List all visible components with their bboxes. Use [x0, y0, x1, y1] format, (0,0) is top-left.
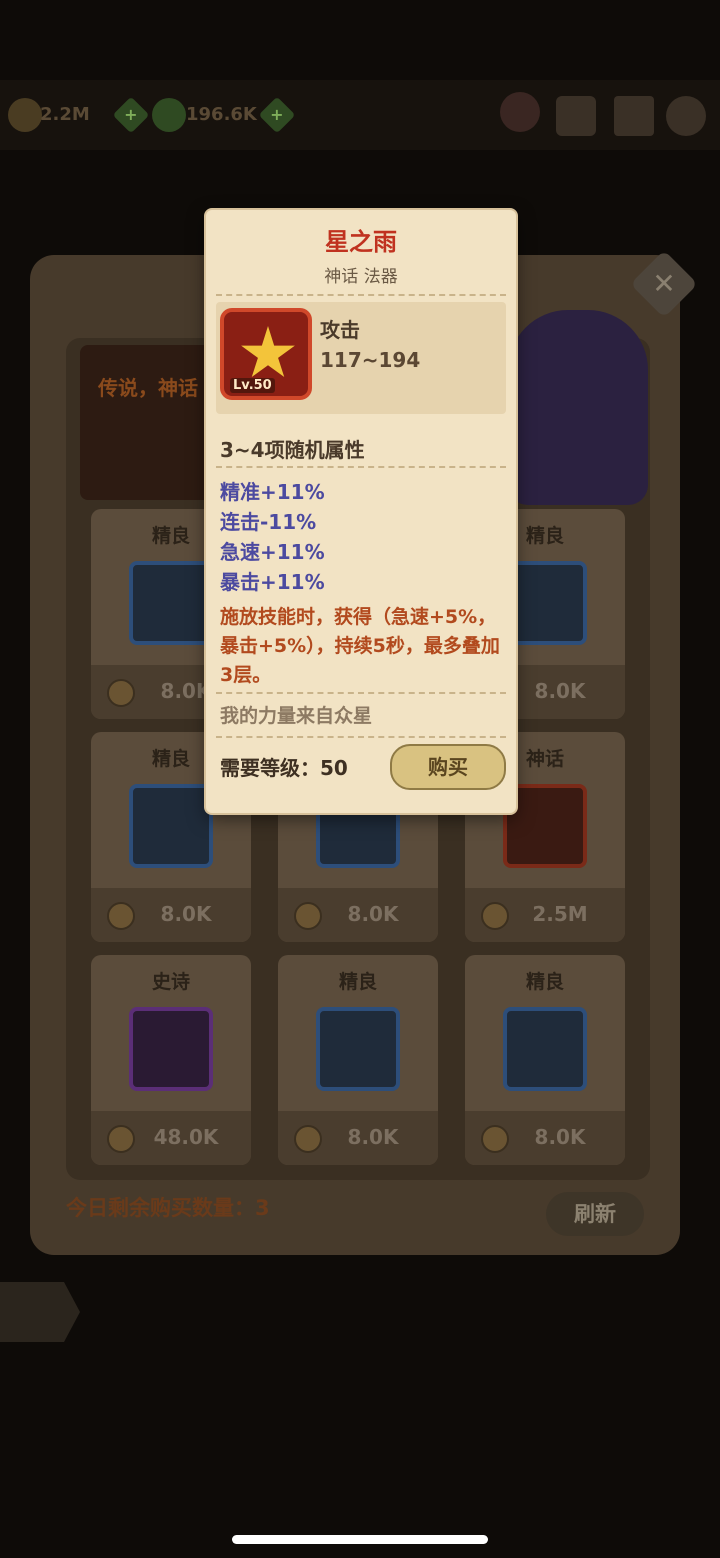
divider: [216, 294, 506, 296]
gem-leaf-icon: [152, 98, 186, 132]
back-arrow-icon[interactable]: [0, 1282, 80, 1342]
coin-icon: [107, 679, 135, 707]
card-price: 48.0K: [153, 1125, 219, 1149]
close-button[interactable]: ✕: [630, 250, 698, 318]
card-price: 8.0K: [347, 902, 399, 926]
card-price: 8.0K: [534, 1125, 586, 1149]
glove-icon: [129, 1007, 213, 1091]
amulet-icon: [503, 1007, 587, 1091]
coin-icon: [481, 1125, 509, 1153]
item-name: 星之雨: [325, 228, 397, 256]
card-price: 2.5M: [532, 902, 588, 926]
close-icon: ✕: [652, 267, 676, 300]
star-icon: [241, 326, 295, 377]
card-quality: 精良: [338, 971, 377, 993]
random-attributes-title: 3~4项随机属性: [220, 438, 365, 462]
skill-description: 施放技能时，获得（急速+5%，暴击+5%），持续5秒，最多叠加3层。: [220, 606, 500, 686]
card-price: 8.0K: [534, 679, 586, 703]
card-quality: 史诗: [151, 971, 190, 993]
stat-line: 急速+11%: [220, 540, 325, 564]
level-requirement: 需要等级：50: [220, 756, 348, 780]
level-badge: Lv.50: [230, 378, 275, 393]
gem-amount: 196.6K: [186, 104, 257, 125]
card-price: 8.0K: [160, 902, 212, 926]
refresh-button[interactable]: 刷新: [546, 1192, 644, 1236]
shop-card[interactable]: 史诗 48.0K: [91, 955, 251, 1165]
mail-icon[interactable]: [614, 96, 654, 136]
home-indicator: [232, 1535, 488, 1544]
coin-icon: [294, 902, 322, 930]
item-type: 神话 法器: [324, 267, 398, 287]
shield-icon: [316, 1007, 400, 1091]
chat-icon[interactable]: [556, 96, 596, 136]
ring-icon: [129, 784, 213, 868]
gold-coin-icon: [8, 98, 42, 132]
shopkeeper-monster: [508, 310, 648, 505]
item-summary: Lv.50 攻击 117~194: [216, 302, 506, 414]
banner-text: 传说，神话: [98, 376, 198, 400]
attack-value: 117~194: [320, 348, 421, 372]
divider: [216, 466, 506, 468]
coin-icon: [107, 902, 135, 930]
divider: [216, 692, 506, 694]
stat-line: 暴击+11%: [220, 570, 325, 594]
item-tooltip: 星之雨 神话 法器 Lv.50 攻击 117~194 3~4项随机属性 精准+1…: [206, 210, 516, 813]
item-star-icon: Lv.50: [220, 308, 312, 400]
buy-button[interactable]: 购买: [390, 744, 506, 790]
card-price: 8.0K: [347, 1125, 399, 1149]
shop-card[interactable]: 精良 8.0K: [465, 955, 625, 1165]
top-bar: [0, 80, 720, 150]
coin-icon: [107, 1125, 135, 1153]
coin-icon: [294, 1125, 322, 1153]
attack-label: 攻击: [320, 318, 360, 342]
shop-card[interactable]: 精良 8.0K: [278, 955, 438, 1165]
notification-icon[interactable]: [500, 92, 540, 132]
card-quality: 精良: [525, 971, 564, 993]
divider: [216, 736, 506, 738]
flavor-text: 我的力量来自众星: [220, 705, 373, 727]
stat-line: 精准+11%: [220, 480, 325, 504]
stat-line: 连击-11%: [220, 510, 317, 534]
settings-gear-icon[interactable]: [666, 96, 706, 136]
helmet-icon: [129, 561, 213, 645]
remaining-purchases: 今日剩余购买数量：3: [66, 1196, 270, 1220]
gold-amount: 2.2M: [40, 104, 90, 125]
coin-icon: [481, 902, 509, 930]
